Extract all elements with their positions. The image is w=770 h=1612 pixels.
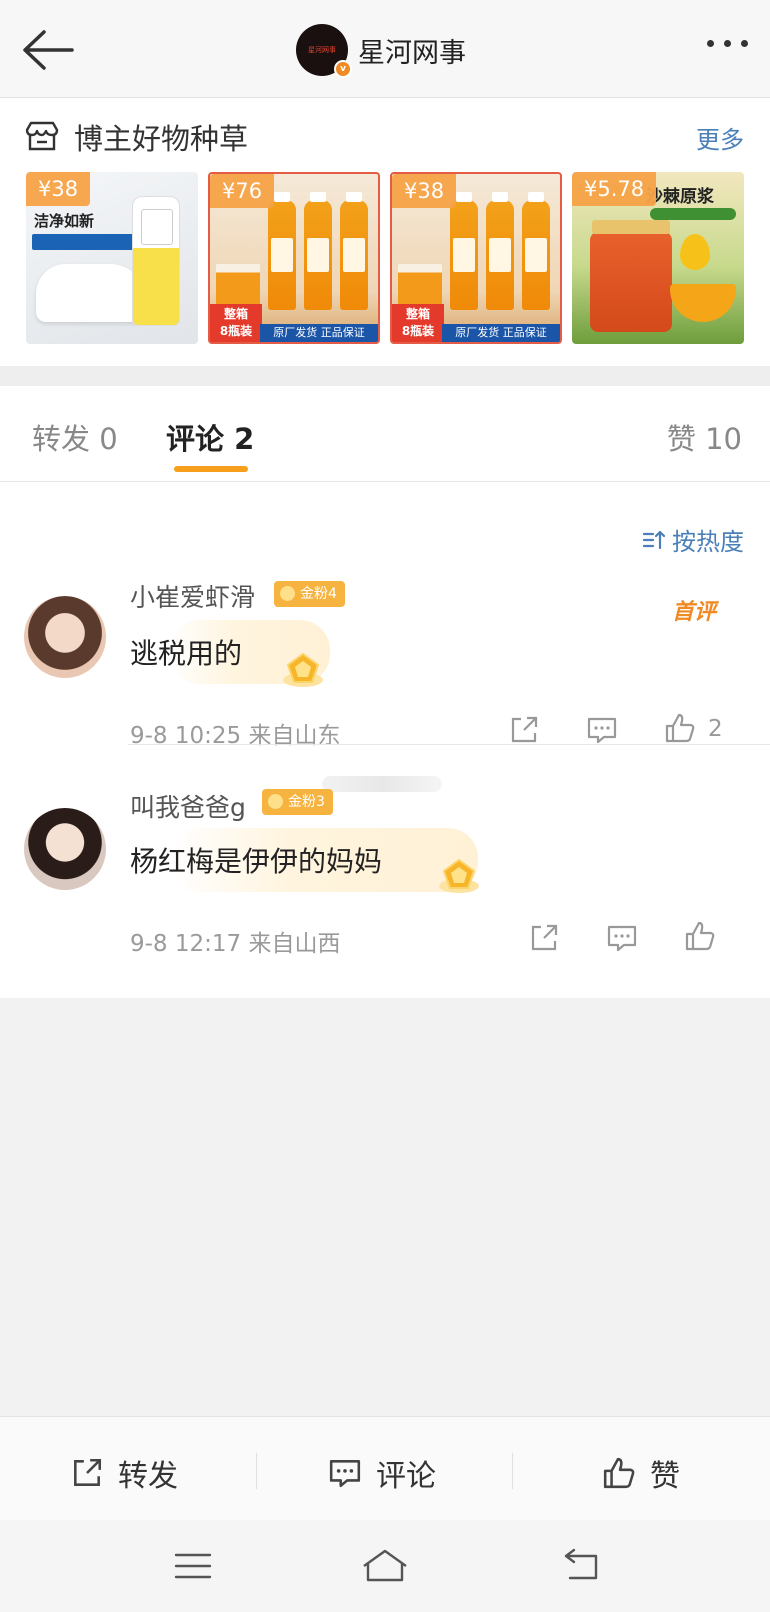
product-strip: 原厂发货 正品保证 [442,324,560,342]
gem-decoration-icon [438,856,480,896]
product-ribbon [650,208,736,220]
tab-comment[interactable]: 评论 2 [166,416,254,458]
comment-label: 评论 [376,1459,436,1494]
product-card[interactable]: 沙棘原浆 ¥5.78 [572,172,744,344]
product-card[interactable]: 整箱 8瓶装 原厂发货 正品保证 ¥76 [208,172,380,344]
shop-more-link[interactable]: 更多 [696,120,744,155]
comment-meta: 9-8 12:17 来自山西 [130,931,341,957]
home-icon[interactable] [360,1546,410,1586]
comment-button[interactable]: 评论 [328,1451,436,1495]
repost-label: 转发 [118,1459,178,1494]
like-icon [603,1457,635,1489]
comment-text: 逃税用的 [130,637,243,670]
bottom-action-bar: 转发 评论 赞 [0,1416,770,1520]
product-image [132,196,180,326]
comment-username[interactable]: 小崔爱虾滑 [130,578,255,614]
product-card[interactable]: 整箱 8瓶装 原厂发货 正品保证 ¥38 [390,172,562,344]
share-icon[interactable] [528,922,560,954]
product-tag: 整箱 8瓶装 [392,304,444,342]
product-card[interactable]: 洁净如新 ¥38 [26,172,198,344]
product-headline: 洁净如新 [34,212,95,230]
product-image [450,192,478,310]
shop-section: 博主好物种草 更多 洁净如新 ¥38 整箱 8瓶装 原厂发货 正品保证 ¥76 整… [0,98,770,366]
comment-divider [128,744,770,745]
fan-badge[interactable]: 金粉3 [262,789,333,815]
divider [512,1453,513,1489]
shop-title: 博主好物种草 [74,122,249,156]
like-icon[interactable] [684,920,716,952]
product-image [268,192,296,310]
avatar[interactable] [24,596,106,678]
divider [256,1453,257,1489]
shop-icon [24,120,60,152]
sort-button[interactable]: 按热度 [642,522,744,557]
fan-badge[interactable]: 金粉4 [274,581,345,607]
comment-list: 按热度 小崔爱虾滑 金粉4 首评 逃税用的 9-8 10:25 来自山东 2 叫… [0,482,770,998]
blurred-content [322,776,442,792]
active-tab-indicator [174,466,248,472]
product-image [304,192,332,310]
product-image [36,264,146,322]
like-count: 2 [708,716,723,742]
product-strip: 原厂发货 正品保证 [260,324,378,342]
like-icon[interactable] [664,712,696,744]
top-bar: 星河网事 v 星河网事 [0,0,770,98]
like-label: 赞 [650,1459,680,1494]
product-image [486,192,514,310]
comment-icon [329,1460,361,1488]
tab-repost[interactable]: 转发 0 [32,416,118,458]
account-header[interactable]: 星河网事 v 星河网事 [296,22,466,78]
product-image [590,220,672,332]
product-headline: 沙棘原浆 [646,187,714,207]
product-price: ¥38 [392,174,457,208]
product-image [522,192,550,310]
product-price: ¥76 [210,174,275,208]
product-price: ¥5.78 [572,172,657,206]
section-separator [0,366,770,386]
account-name[interactable]: 星河网事 [358,31,466,70]
avatar[interactable] [24,808,106,890]
comment-username[interactable]: 叫我爸爸g [130,788,246,824]
account-avatar[interactable]: 星河网事 v [296,24,352,78]
product-price: ¥38 [26,172,91,206]
comment-icon[interactable] [586,714,618,746]
comment-icon[interactable] [606,922,638,954]
product-image [680,234,710,270]
product-image [340,192,368,310]
verified-badge-icon: v [334,60,352,78]
back-nav-icon[interactable] [562,1546,606,1586]
menu-icon[interactable] [172,1546,216,1586]
sort-icon [642,530,666,549]
product-tag: 整箱 8瓶装 [210,304,262,342]
comment-text: 杨红梅是伊伊的妈妈 [130,845,383,878]
first-comment-badge: 首评 [671,600,716,625]
system-nav-bar [0,1520,770,1612]
sort-label: 按热度 [672,528,744,556]
share-icon[interactable] [508,714,540,746]
product-ribbon [32,234,142,250]
repost-button[interactable]: 转发 [70,1451,178,1495]
more-icon[interactable] [707,40,748,47]
gem-decoration-icon [282,650,324,690]
avatar-logo-text: 星河网事 [308,45,336,54]
tab-bar: 转发 0 评论 2 赞 10 [0,386,770,482]
tab-like[interactable]: 赞 10 [667,416,742,458]
like-button[interactable]: 赞 [602,1451,680,1495]
product-image [670,284,736,322]
back-arrow-icon[interactable] [20,28,76,72]
share-icon [74,1458,102,1486]
